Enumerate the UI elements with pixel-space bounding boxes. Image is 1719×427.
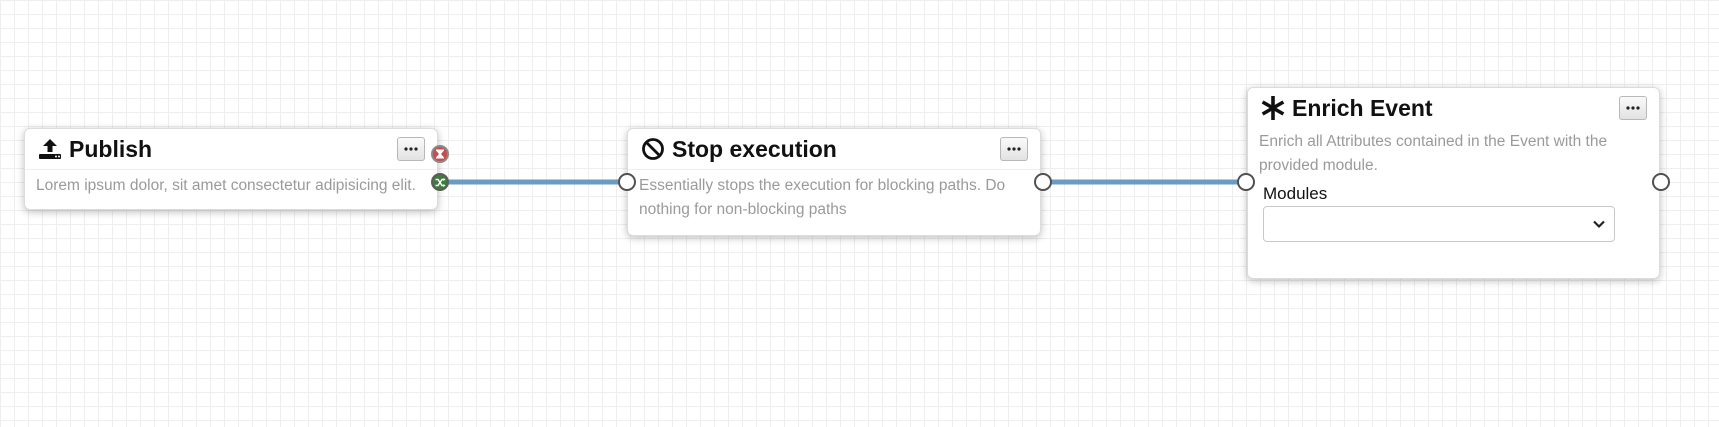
node-description: Lorem ipsum dolor, sit amet consectetur … [36, 177, 416, 194]
output-port[interactable] [1652, 173, 1670, 191]
node-title: Enrich Event [1292, 94, 1433, 121]
ellipsis-icon [1626, 106, 1640, 110]
node-header: Stop execution [628, 129, 1040, 170]
output-port-error[interactable] [431, 145, 449, 163]
chevron-down-icon [1593, 220, 1605, 229]
node-options-button[interactable] [1000, 137, 1028, 161]
hourglass-icon [436, 149, 444, 159]
random-icon [435, 177, 445, 187]
input-port[interactable] [618, 173, 636, 191]
node-description: Essentially stops the execution for bloc… [639, 177, 1006, 218]
input-port[interactable] [1237, 173, 1255, 191]
upload-icon [37, 136, 63, 162]
asterisk-icon [1260, 95, 1286, 121]
ellipsis-icon [1007, 147, 1021, 151]
node-header: Publish [25, 129, 437, 170]
output-port-success[interactable] [431, 173, 449, 191]
ban-icon [640, 136, 666, 162]
node-enrich-event[interactable]: Enrich Event Enrich all Attributes conta… [1247, 87, 1660, 279]
ellipsis-icon [404, 147, 418, 151]
node-options-button[interactable] [397, 137, 425, 161]
node-stop-execution[interactable]: Stop execution Essentially stops the exe… [627, 128, 1041, 236]
modules-select[interactable] [1263, 206, 1615, 242]
node-title: Publish [69, 135, 153, 162]
node-header: Enrich Event [1248, 88, 1659, 128]
modules-label: Modules [1263, 184, 1328, 203]
node-options-button[interactable] [1619, 96, 1647, 120]
node-publish[interactable]: Publish Lorem ipsum dolor, sit amet cons… [24, 128, 438, 210]
node-title: Stop execution [672, 135, 837, 162]
output-port[interactable] [1034, 173, 1052, 191]
node-description: Enrich all Attributes contained in the E… [1259, 133, 1608, 174]
